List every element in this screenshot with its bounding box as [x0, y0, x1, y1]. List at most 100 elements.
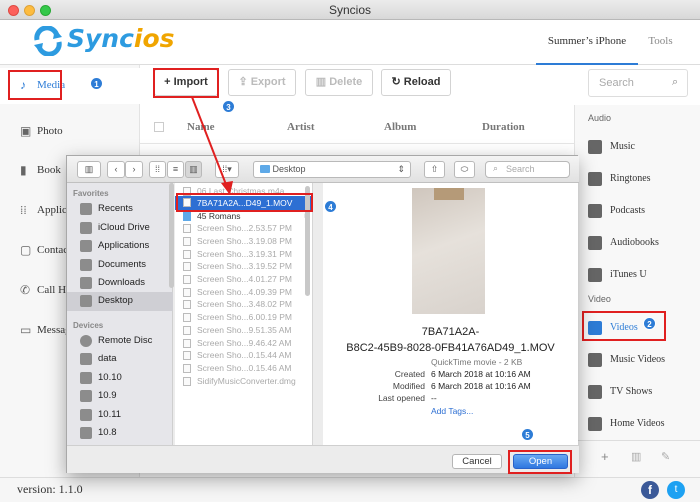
brand-name: Syncios: [67, 24, 175, 53]
device-data[interactable]: data: [67, 350, 173, 369]
device-remote-disc[interactable]: Remote Disc: [67, 332, 173, 351]
brand-name-part-b: ios: [133, 24, 175, 53]
reload-button[interactable]: ↻ Reload: [381, 69, 451, 96]
edit-category-icon[interactable]: ✎: [661, 450, 670, 463]
drive-icon: [80, 390, 92, 402]
export-icon: ⇪: [238, 76, 251, 88]
file-name: Screen Sho...3.19.08 PM: [197, 236, 292, 246]
column-header-duration[interactable]: Duration: [482, 110, 525, 144]
add-category-icon[interactable]: +: [601, 449, 609, 464]
sidebar-item-label: Book: [37, 164, 61, 176]
file-row[interactable]: Screen Sho...9.51.35 AM: [175, 324, 313, 336]
file-row[interactable]: Screen Sho...3.19.31 PM: [175, 248, 313, 260]
forward-arrow-icon[interactable]: ›: [125, 161, 143, 178]
sidebar-item-desktop[interactable]: Desktop: [67, 292, 173, 311]
add-tags-link[interactable]: Add Tags...: [431, 406, 473, 416]
category-music[interactable]: Music: [588, 137, 698, 159]
phone-icon: ✆: [20, 283, 31, 297]
file-name: Screen Sho...0.15.46 AM: [197, 363, 292, 373]
favorite-label: Documents: [98, 259, 147, 270]
music-icon: [588, 140, 602, 154]
file-row[interactable]: SidifyMusicConverter.dmg: [175, 375, 313, 387]
close-window-button[interactable]: [8, 5, 19, 16]
file-row[interactable]: Screen Sho...4.09.39 PM: [175, 286, 313, 298]
sidebar-item-recents[interactable]: Recents: [67, 200, 173, 219]
sidebar-item-documents[interactable]: Documents: [67, 256, 173, 275]
tab-device[interactable]: Summer’s iPhone: [536, 20, 638, 65]
select-all-checkbox[interactable]: [154, 122, 164, 132]
file-name: Screen Sho...3.19.31 PM: [197, 249, 292, 259]
trash-category-icon[interactable]: ▥: [631, 450, 641, 463]
icon-view-icon[interactable]: ⁞⁞: [149, 161, 166, 178]
device-label: 10.11: [98, 409, 122, 420]
image-file-icon: [183, 250, 191, 259]
step-badge-1: 1: [90, 77, 103, 90]
sidebar-item-photo[interactable]: ▣ Photo: [0, 114, 140, 150]
file-name: Screen Sho...6.00.19 PM: [197, 312, 292, 322]
image-file-icon: [183, 339, 191, 348]
open-file-dialog: ▥ ‹ › ⁞⁞ ≡ ▥ ⁞⁞▾ Desktop ⇕ ⇧ ⬭ Search ⌕ …: [66, 155, 579, 473]
category-podcasts[interactable]: Podcasts: [588, 201, 698, 223]
location-select[interactable]: Desktop ⇕: [253, 161, 411, 178]
music-video-icon: [588, 353, 602, 367]
podcast-icon: [588, 204, 602, 218]
facebook-icon[interactable]: f: [641, 481, 659, 499]
sidebar-item-label: Call Hi: [37, 284, 70, 296]
back-arrow-icon[interactable]: ‹: [107, 161, 125, 178]
category-tv-shows[interactable]: TV Shows: [588, 382, 698, 404]
category-music-videos[interactable]: Music Videos: [588, 350, 698, 372]
category-label: Home Videos: [610, 418, 665, 429]
device-10-8[interactable]: 10.8: [67, 424, 173, 443]
tag-icon[interactable]: ⬭: [454, 161, 475, 178]
apps-icon: ⁞⁞: [20, 203, 27, 217]
audiobook-icon: [588, 236, 602, 250]
drive-icon: [80, 427, 92, 439]
location-value: Desktop: [272, 164, 306, 174]
device-10-11[interactable]: 10.11: [67, 406, 173, 425]
share-icon[interactable]: ⇧: [424, 161, 445, 178]
sidebar-item-downloads[interactable]: Downloads: [67, 274, 173, 293]
device-10-10[interactable]: 10.10: [67, 369, 173, 388]
sidebar-item-icloud[interactable]: iCloud Drive: [67, 219, 173, 238]
file-row[interactable]: Screen Sho...3.48.02 PM: [175, 298, 313, 310]
file-name: Screen Sho...2.53.57 PM: [197, 223, 292, 233]
thumbnail-detail: [434, 188, 464, 200]
file-row[interactable]: Screen Sho...0.15.44 AM: [175, 349, 313, 361]
category-ringtones[interactable]: Ringtones: [588, 169, 698, 191]
sidebar-toggle-icon[interactable]: ▥: [77, 161, 101, 178]
export-button[interactable]: ⇪ Export: [228, 69, 296, 96]
step-badge-5: 5: [521, 428, 534, 441]
column-header-artist[interactable]: Artist: [287, 110, 315, 144]
tab-tools[interactable]: Tools: [638, 20, 683, 65]
sidebar-scrollbar[interactable]: [169, 183, 174, 288]
sidebar-item-applications[interactable]: Applications: [67, 237, 173, 256]
twitter-icon[interactable]: t: [667, 481, 685, 499]
file-row[interactable]: Screen Sho...3.19.52 PM: [175, 260, 313, 272]
video-thumbnail: [412, 188, 485, 314]
device-10-9[interactable]: 10.9: [67, 387, 173, 406]
zoom-window-button[interactable]: [40, 5, 51, 16]
drive-icon: [80, 372, 92, 384]
minimize-window-button[interactable]: [24, 5, 35, 16]
file-row[interactable]: Screen Sho...9.46.42 AM: [175, 337, 313, 349]
column-header-album[interactable]: Album: [384, 110, 417, 144]
delete-button[interactable]: ▥ Delete: [305, 69, 373, 96]
cancel-button[interactable]: Cancel: [452, 454, 502, 469]
file-row[interactable]: Screen Sho...0.15.46 AM: [175, 362, 313, 374]
category-label: iTunes U: [610, 269, 647, 280]
disc-icon: [80, 335, 92, 347]
modified-label: Modified: [392, 381, 425, 391]
file-row[interactable]: Screen Sho...4.01.27 PM: [175, 273, 313, 285]
file-row[interactable]: Screen Sho...2.53.57 PM: [175, 222, 313, 234]
last-opened-label: Last opened: [378, 393, 425, 403]
category-itunes-u[interactable]: iTunes U: [588, 265, 698, 287]
file-name: Screen Sho...9.51.35 AM: [197, 325, 292, 335]
preview-kind: QuickTime movie - 2 KB: [431, 357, 523, 367]
file-row[interactable]: Screen Sho...6.00.19 PM: [175, 311, 313, 323]
file-row[interactable]: Screen Sho...3.19.08 PM: [175, 235, 313, 247]
category-home-videos[interactable]: Home Videos: [588, 414, 698, 436]
category-audiobooks[interactable]: Audiobooks: [588, 233, 698, 255]
modified-value: 6 March 2018 at 10:16 AM: [431, 381, 531, 391]
pointer-arrow-icon: [191, 96, 233, 195]
created-label: Created: [394, 369, 425, 379]
